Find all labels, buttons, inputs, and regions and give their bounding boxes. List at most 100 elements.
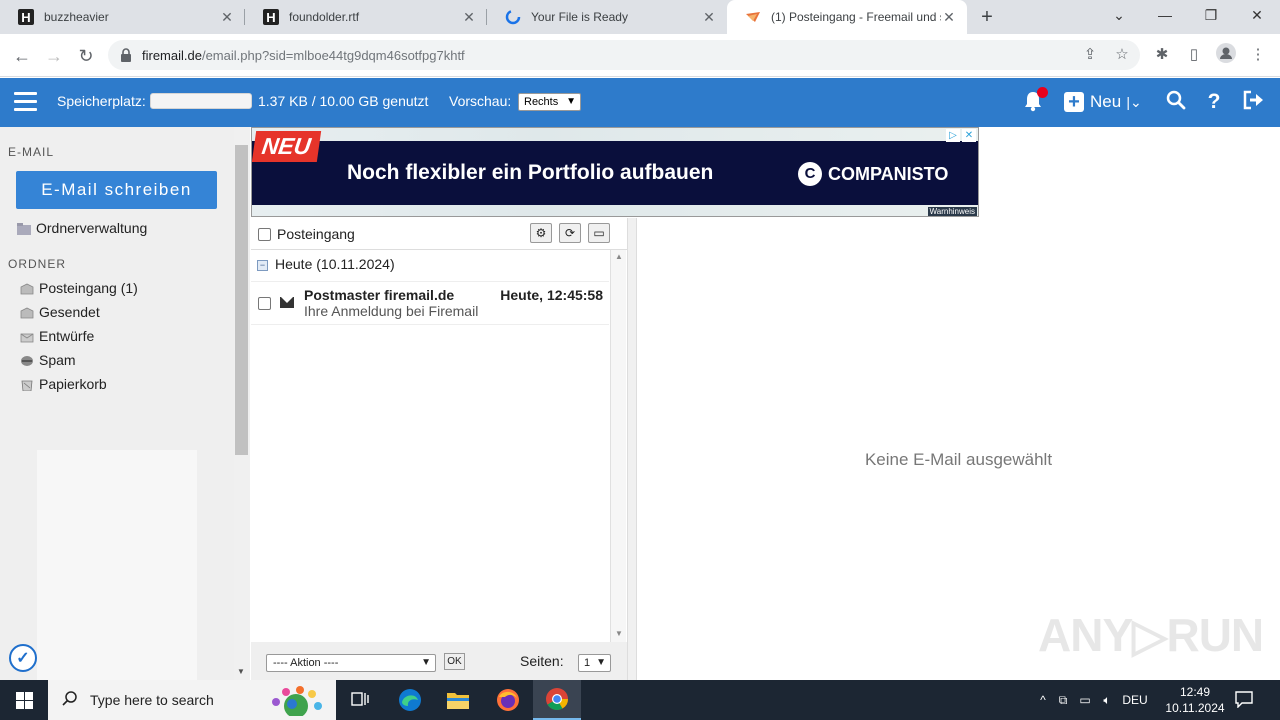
scroll-up-arrow-icon[interactable]: ▲ [615,252,623,261]
date-group-row[interactable]: − Heute (10.11.2024) [251,252,609,278]
sidebar-scrollbar[interactable]: ▼ [234,127,250,680]
chevron-up-icon[interactable]: ^ [1034,693,1052,707]
sidebar-item-posteingang[interactable]: Posteingang (1) [20,280,138,296]
start-button[interactable] [0,680,48,720]
close-tab-icon[interactable]: ✕ [701,9,717,26]
tab-foundolder[interactable]: H foundolder.rtf ✕ [245,0,487,34]
reload-icon[interactable]: ↻ [74,44,98,68]
folder-name: Gesendet [39,304,100,320]
compose-button[interactable]: E-Mail schreiben [16,171,217,209]
sidebar-item-entwuerfe[interactable]: Entwürfe [20,328,94,344]
storage-value: 1.37 KB / 10.00 GB genutzt [258,93,429,109]
profile-avatar-icon[interactable] [1214,43,1238,67]
preview-select-value: Rechts [524,96,559,108]
mail-date: Heute, 12:45:58 [500,287,603,303]
envelope-icon [280,297,294,308]
task-view-icon[interactable] [336,680,384,720]
preview-select[interactable]: Rechts ▼ [518,93,581,111]
close-tab-icon[interactable]: ✕ [941,9,957,26]
adchoices-icon[interactable]: ▷ [946,129,960,142]
close-tab-icon[interactable]: ✕ [461,9,477,26]
refresh-icon[interactable]: ⟳ [559,223,581,243]
forward-icon[interactable]: → [42,44,66,68]
display-mode-icon[interactable]: ▭ [588,223,610,243]
page-select-value: 1 [584,657,591,669]
scrollbar-thumb[interactable] [235,145,248,455]
taskbar: Type here to search ^ ⧉ ▭ 🔈︎ DEU 12:49 1… [0,680,1280,720]
file-explorer-icon[interactable] [434,680,482,720]
scroll-down-arrow-icon[interactable]: ▼ [615,629,623,638]
help-icon[interactable]: ? [1203,90,1225,114]
chrome-icon[interactable] [533,680,581,720]
restore-icon[interactable]: ❐ [1188,0,1234,30]
list-settings-icon[interactable]: ⚙ [530,223,552,243]
mail-checkbox[interactable] [258,297,271,310]
folder-management-label: Ordnerverwaltung [36,220,148,236]
ad-banner[interactable]: NEU Noch flexibler ein Portfolio aufbaue… [251,127,979,217]
taskbar-search[interactable]: Type here to search [48,680,336,720]
ad-close-icon[interactable]: ✕ [962,129,976,142]
tab-search-icon[interactable]: ⌄ [1096,0,1142,30]
new-button[interactable]: + Neu [1064,92,1121,112]
no-mail-selected-text: Keine E-Mail ausgewählt [864,450,1053,469]
notification-center-icon[interactable] [1234,690,1256,710]
hamburger-menu-icon[interactable] [14,92,37,112]
sidebar-item-gesendet[interactable]: Gesendet [20,304,100,320]
h-favicon-icon: H [18,9,34,25]
tab-title: Your File is Ready [531,10,628,24]
back-icon[interactable]: ← [10,44,34,68]
sidebar-item-papierkorb[interactable]: Papierkorb [20,376,107,392]
storage-progress-bar [150,93,252,109]
search-icon[interactable] [1165,90,1187,114]
companisto-logo-icon: C [798,162,822,186]
network-icon[interactable]: ▭ [1074,693,1096,707]
ok-button[interactable]: OK [444,653,465,670]
drafts-icon [20,330,34,343]
preview-label: Vorschau: [449,93,512,109]
folder-name: Spam [39,352,76,368]
new-tab-icon[interactable]: + [976,6,998,28]
mail-list-scrollbar[interactable]: ▲ ▼ [611,250,626,642]
ad-headline: Noch flexibler ein Portfolio aufbauen [347,161,714,184]
page-select[interactable]: 1 ▼ [578,654,611,672]
firefox-icon[interactable] [484,680,532,720]
language-indicator[interactable]: DEU [1118,693,1152,707]
tab-posteingang[interactable]: (1) Posteingang - Freemail und s ✕ [727,0,967,34]
minimize-icon[interactable]: — [1142,0,1188,30]
bookmark-star-icon[interactable]: ☆ [1110,43,1134,67]
collapse-icon[interactable]: − [257,260,268,271]
mail-list-item[interactable]: Postmaster firemail.de Heute, 12:45:58 I… [251,281,609,325]
side-panel-icon[interactable]: ▯ [1182,43,1206,67]
ad-choices[interactable]: ▷ ✕ [944,129,976,142]
sidebar-item-spam[interactable]: Spam [20,352,76,368]
logout-icon[interactable] [1241,90,1267,114]
select-all-checkbox[interactable] [258,228,271,241]
share-icon[interactable]: ⇪ [1078,43,1102,67]
security-check-icon[interactable]: ✓ [9,644,37,672]
volume-icon[interactable]: 🔈︎ [1096,693,1118,708]
folder-management-link[interactable]: Ordnerverwaltung [17,220,147,236]
close-tab-icon[interactable]: ✕ [219,9,235,26]
current-folder-label: Posteingang [277,226,355,242]
scroll-down-arrow-icon[interactable]: ▼ [237,667,245,676]
action-select[interactable]: ---- Aktion ---- ▼ [266,654,436,672]
network-device-icon[interactable]: ⧉ [1052,693,1074,708]
edge-icon[interactable] [386,680,434,720]
ad-warning-label[interactable]: Warnhinweis [927,207,977,216]
address-bar[interactable]: firemail.de/email.php?sid=mlboe44tg9dqm4… [108,40,1140,70]
tab-buzzheavier[interactable]: H buzzheavier ✕ [0,0,245,34]
h-favicon-icon: H [263,9,279,25]
pane-splitter[interactable] [627,218,637,680]
menu-kebab-icon[interactable]: ⋮ [1246,43,1270,67]
chevron-down-icon: ▼ [566,96,576,107]
neu-dropdown-chevron-icon[interactable]: |⌄ [1124,90,1144,114]
sent-icon [20,306,34,319]
clock[interactable]: 12:49 10.11.2024 [1162,684,1228,716]
close-window-icon[interactable]: ✕ [1234,0,1280,30]
browser-toolbar: ← → ↻ firemail.de/email.php?sid=mlboe44t… [0,34,1280,77]
folder-name: Papierkorb [39,376,107,392]
folder-name: Entwürfe [39,328,95,344]
mail-subject: Ihre Anmeldung bei Firemail [304,303,479,319]
tab-your-file-is-ready[interactable]: Your File is Ready ✕ [487,0,727,34]
extensions-icon[interactable]: ✱ [1150,43,1174,67]
